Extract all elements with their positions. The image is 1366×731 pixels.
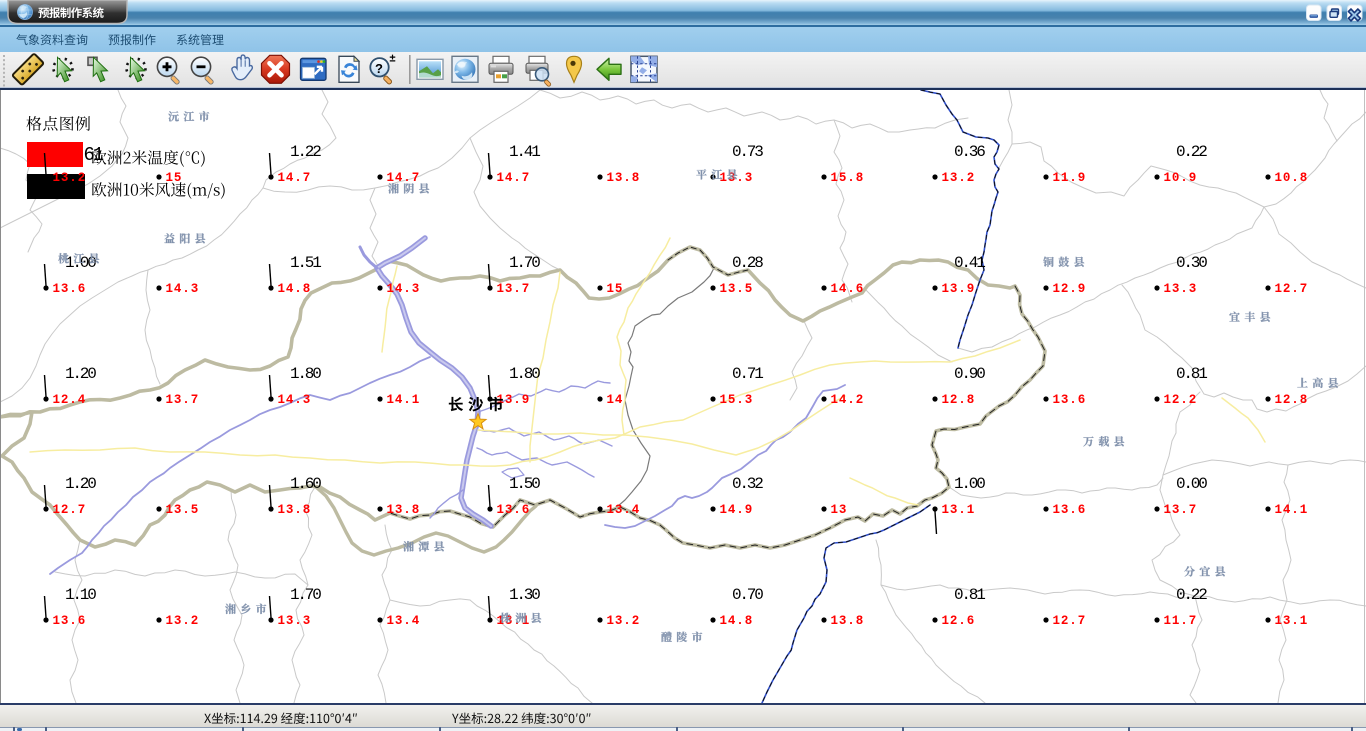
svg-text:13.7: 13.7 [1164,503,1198,517]
svg-text:13.8: 13.8 [387,503,421,517]
svg-text:61: 61 [84,144,104,166]
svg-text:0.71: 0.71 [732,365,763,383]
svg-text:1.60: 1.60 [290,475,321,493]
svg-text:?: ? [375,61,383,76]
svg-text:0.36: 0.36 [954,143,985,161]
svg-text:12.7: 12.7 [1053,614,1087,628]
svg-text:12.7: 12.7 [1275,282,1309,296]
svg-text:1.50: 1.50 [509,475,540,493]
svg-text:1.80: 1.80 [509,365,540,383]
svg-text:13.5: 13.5 [720,282,754,296]
svg-text:0.28: 0.28 [732,254,763,272]
svg-text:12.4: 12.4 [53,393,87,407]
svg-text:13.8: 13.8 [278,503,312,517]
svg-text:13.1: 13.1 [942,503,976,517]
svg-text:1.20: 1.20 [65,365,96,383]
svg-text:14.3: 14.3 [278,393,312,407]
svg-text:14: 14 [607,393,624,407]
svg-text:0.22: 0.22 [1176,143,1207,161]
svg-text:11.7: 11.7 [1164,614,1198,628]
svg-text:14.8: 14.8 [720,614,754,628]
svg-text:14.2: 14.2 [831,393,865,407]
svg-text:13.2: 13.2 [942,171,976,185]
svg-text:12.9: 12.9 [1053,282,1087,296]
svg-text:13.6: 13.6 [1053,393,1087,407]
svg-text:1.22: 1.22 [290,143,321,161]
svg-text:1.00: 1.00 [954,475,985,493]
svg-text:1.70: 1.70 [509,254,540,272]
svg-text:14.6: 14.6 [831,282,865,296]
svg-text:10.8: 10.8 [1275,171,1309,185]
svg-text:13.2: 13.2 [53,171,87,185]
svg-text:1.70: 1.70 [290,586,321,604]
svg-text:0.30: 0.30 [1176,254,1207,272]
svg-text:0.00: 0.00 [1176,475,1207,493]
svg-text:12.2: 12.2 [1164,393,1198,407]
svg-text:12.8: 12.8 [1275,393,1309,407]
svg-text:0.81: 0.81 [1176,365,1207,383]
svg-text:13.6: 13.6 [53,614,87,628]
svg-text:15.8: 15.8 [831,171,865,185]
svg-text:15: 15 [166,171,183,185]
svg-text:13.4: 13.4 [387,614,421,628]
svg-text:12.8: 12.8 [942,393,976,407]
svg-text:13.8: 13.8 [831,614,865,628]
svg-text:14.9: 14.9 [720,503,754,517]
svg-text:14.7: 14.7 [387,171,421,185]
svg-text:13.6: 13.6 [53,282,87,296]
svg-text:0.73: 0.73 [732,143,763,161]
svg-text:0.70: 0.70 [732,586,763,604]
svg-text:13.5: 13.5 [166,503,200,517]
svg-text:14.3: 14.3 [387,282,421,296]
svg-text:13.9: 13.9 [942,282,976,296]
svg-text:13: 13 [831,503,848,517]
svg-text:0.32: 0.32 [732,475,763,493]
svg-text:14.7: 14.7 [497,171,531,185]
svg-text:0.90: 0.90 [954,365,985,383]
svg-text:1.51: 1.51 [290,254,321,272]
svg-text:1.10: 1.10 [65,586,96,604]
svg-text:14.3: 14.3 [166,282,200,296]
svg-text:14.8: 14.8 [278,282,312,296]
svg-text:13.3: 13.3 [278,614,312,628]
svg-text:13.7: 13.7 [497,282,531,296]
svg-text:13.6: 13.6 [497,503,531,517]
svg-text:13.3: 13.3 [1164,282,1198,296]
svg-text:1.80: 1.80 [290,365,321,383]
svg-text:13.4: 13.4 [607,503,641,517]
svg-text:±: ± [390,52,396,64]
svg-text:13.2: 13.2 [607,614,641,628]
svg-text:0.81: 0.81 [954,586,985,604]
svg-text:0.41: 0.41 [954,254,985,272]
svg-text:14.1: 14.1 [1275,503,1309,517]
svg-text:11.9: 11.9 [1053,171,1087,185]
svg-text:15.3: 15.3 [720,393,754,407]
svg-text:13.1: 13.1 [1275,614,1309,628]
svg-text:12.6: 12.6 [942,614,976,628]
svg-text:13.6: 13.6 [1053,503,1087,517]
svg-text:13.2: 13.2 [166,614,200,628]
svg-text:13.8: 13.8 [607,171,641,185]
svg-text:10.9: 10.9 [1164,171,1198,185]
svg-text:0.22: 0.22 [1176,586,1207,604]
svg-text:1.30: 1.30 [509,586,540,604]
svg-text:14.7: 14.7 [278,171,312,185]
svg-text:12.7: 12.7 [53,503,87,517]
svg-text:14.1: 14.1 [387,393,421,407]
svg-text:13.7: 13.7 [166,393,200,407]
svg-text:15: 15 [607,282,624,296]
svg-text:1.20: 1.20 [65,475,96,493]
svg-text:1.41: 1.41 [509,143,540,161]
